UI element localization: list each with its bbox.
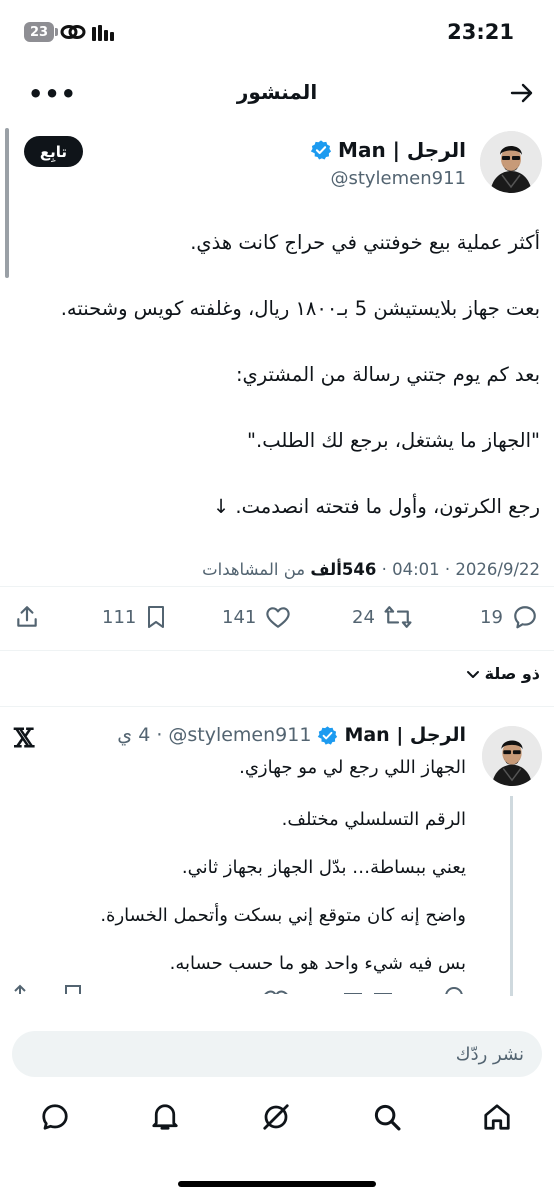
related-post-header[interactable]: الرجل | Man @stylemen911 · 4 ي [117,724,466,746]
related-post-line: بس فيه شيء واحد هو ما حسب حسابه. [169,953,466,974]
post-line: بعد كم يوم جتني رسالة من المشتري: [235,363,540,386]
nav-messages-icon[interactable] [40,1102,70,1132]
author-handle[interactable]: @stylemen911 [330,168,466,189]
post-line: أكثر عملية بيع خوفتني في حراج كانت هذي. [190,231,540,254]
related-post-line: الجهاز اللي رجع لي مو جهازي. [239,757,466,778]
related-author-avatar[interactable] [482,726,542,786]
reply-button[interactable]: 19 [480,604,539,630]
bookmark-button[interactable]: 111 [102,604,168,630]
related-post-line: يعني ببساطة… بدّل الجهاز بجهاز ثاني. [181,857,466,878]
reply-icon [514,606,536,629]
scroll-indicator [5,128,9,278]
reply-count: 19 [480,606,503,628]
post-line: "الجهاز ما يشتغل، برجع لك الطلب." [247,429,540,452]
nav-grok-icon[interactable] [261,1102,291,1132]
repost-icon [384,606,412,628]
verified-badge-icon [318,725,338,745]
page-title: المنشور [236,80,318,104]
divider [0,706,554,707]
related-post-actions [14,982,466,994]
author-name-row[interactable]: الرجل | Man [310,138,466,162]
status-time: 23:21 [447,20,514,44]
views-count[interactable]: 546ألف [310,560,376,579]
related-post-age: 4 ي [117,724,151,746]
post-actions: 111 141 24 19 [14,604,540,636]
post-date: 2026/9/22 [455,560,540,579]
author-avatar[interactable] [480,131,542,193]
follow-button[interactable]: تابِع [24,136,83,167]
post-text: أكثر عملية بيع خوفتني في حراج كانت هذي. … [14,230,540,520]
divider [0,650,554,651]
heart-icon [266,607,291,628]
repost-count: 24 [352,606,375,628]
nav-home-icon[interactable] [482,1102,512,1132]
link-icon [60,25,86,39]
battery-icon: 23 [24,22,58,42]
like-button[interactable]: 141 [222,604,292,630]
repost-button[interactable]: 24 [352,604,413,630]
x-logo-icon: 𝕏 [14,724,35,754]
signal-icon [92,23,114,41]
nav-notifications-icon[interactable] [150,1102,180,1132]
chevron-down-icon [466,670,479,678]
share-icon [17,606,37,627]
views-label: من المشاهدات [202,560,306,579]
more-options-icon[interactable]: ••• [28,82,77,106]
status-indicators: 23 [24,22,114,42]
related-label: ذو صلة [484,664,540,683]
nav-search-icon[interactable] [372,1102,402,1132]
post-line: رجع الكرتون، وأول ما فتحته انصدمت. ↓ [212,495,540,518]
related-post-line: واضح إنه كان متوقع إني بسكت وأتحمل الخسا… [100,905,466,926]
bookmark-icon [148,606,165,628]
post-time: 04:01 [392,560,440,579]
divider [0,586,554,587]
related-author-handle[interactable]: @stylemen911 [168,724,311,746]
post-line: بعت جهاز بلايستيشن 5 بـ١٨٠٠ ريال، وغلفته… [60,297,540,320]
share-button[interactable] [14,604,40,630]
related-author-name[interactable]: الرجل | Man [344,724,466,746]
related-post-line: الرقم التسلسلي مختلف. [281,809,466,830]
post-meta: 2026/9/22 · 04:01 · 546ألف من المشاهدات [202,560,540,579]
home-indicator [178,1181,376,1187]
thread-line [510,796,513,996]
related-section-header[interactable]: ذو صلة [465,664,540,683]
bookmark-count: 111 [102,606,137,628]
related-post-text[interactable]: الجهاز اللي رجع لي مو جهازي. الرقم التسل… [14,756,466,976]
like-count: 141 [222,606,257,628]
verified-badge-icon [310,140,332,160]
author-name[interactable]: الرجل | Man [338,138,466,162]
reply-input[interactable] [12,1031,542,1077]
